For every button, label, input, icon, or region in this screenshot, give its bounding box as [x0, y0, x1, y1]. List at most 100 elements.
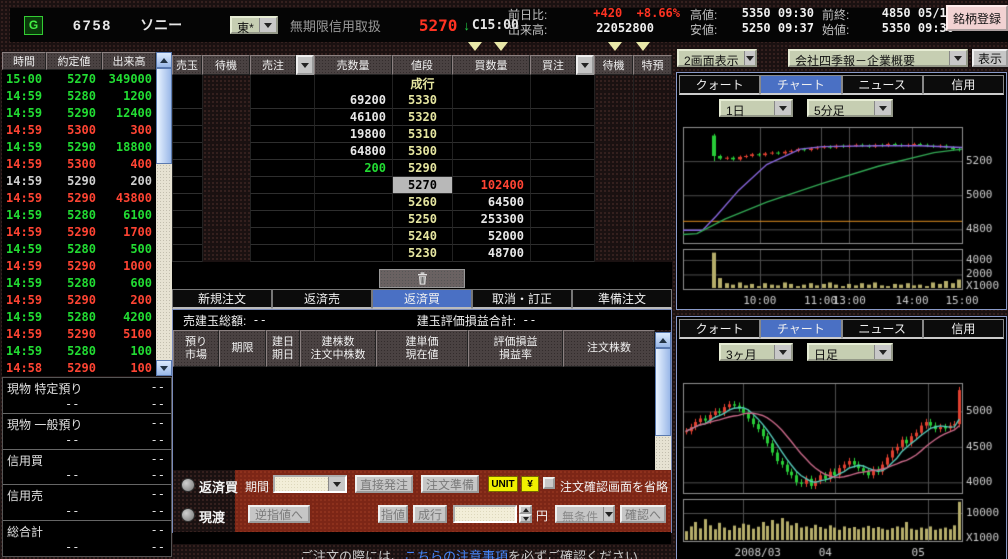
order-tab-3[interactable]: 取消・訂正	[472, 289, 572, 309]
price-input[interactable]	[453, 505, 517, 523]
balance-value: --	[151, 416, 165, 430]
positions-scrollbar[interactable]	[655, 332, 671, 488]
chevron-down-icon[interactable]	[949, 51, 966, 65]
condition-select-value: 無条件	[557, 507, 603, 521]
balance-value: --	[151, 540, 165, 554]
buy-qty-cell: 253300	[452, 211, 530, 228]
direct-order-button[interactable]: 直接発注	[355, 475, 413, 493]
tape-row: 14:5952804200	[2, 308, 172, 325]
chevron-down-icon[interactable]	[874, 345, 891, 359]
trash-row	[172, 268, 672, 289]
period-select[interactable]	[273, 475, 347, 493]
scroll-up-icon[interactable]	[156, 52, 172, 68]
chevron-down-icon[interactable]	[774, 345, 791, 359]
col-sell-qty: 売数量	[314, 55, 392, 75]
order-book-row[interactable]: 461005320	[172, 109, 672, 126]
order-book-row[interactable]: 成行	[172, 75, 672, 92]
price-cell: 5230	[392, 245, 452, 262]
order-tab-1[interactable]: 返済売	[272, 289, 372, 309]
scroll-thumb[interactable]	[655, 348, 671, 436]
genwatashi-radio[interactable]	[181, 508, 195, 522]
order-tab-2[interactable]: 返済買	[372, 289, 472, 309]
buy-qty-cell: 48700	[452, 245, 530, 262]
prevclose-label: 前終:	[814, 6, 858, 21]
interval-select[interactable]: 日足	[807, 343, 893, 361]
panel-tab-3[interactable]: 信用	[923, 319, 1004, 339]
order-book-row[interactable]: 523048700	[172, 245, 672, 262]
panel1-tabs: クォートチャートニュース信用	[679, 75, 1004, 95]
market-button[interactable]: 成行	[413, 505, 447, 523]
panel-tab-0[interactable]: クォート	[679, 75, 760, 95]
order-book-row[interactable]: 648005300	[172, 143, 672, 160]
panel-tab-2[interactable]: ニュース	[842, 75, 923, 95]
skip-confirm-checkbox[interactable]	[543, 477, 555, 489]
condition-select[interactable]: 無条件	[555, 505, 615, 523]
repay-buy-radio[interactable]	[181, 478, 195, 492]
stepper-down-icon[interactable]	[519, 514, 532, 523]
balance-value: --	[65, 433, 79, 447]
prepare-order-button[interactable]: 注文準備	[421, 475, 479, 493]
stop-order-button[interactable]: 逆指値へ	[248, 505, 310, 523]
order-book-row[interactable]: 5250253300	[172, 211, 672, 228]
order-tab-4[interactable]: 準備注文	[572, 289, 672, 309]
balance-value: --	[65, 468, 79, 482]
interval-value: 5分足	[809, 101, 874, 115]
range-value: 3ヶ月	[721, 345, 774, 359]
intraday-chart	[679, 123, 1004, 307]
confirm-button[interactable]: 確認へ	[620, 505, 666, 523]
pl-total-value: --	[522, 313, 536, 327]
stepper-up-icon[interactable]	[519, 505, 532, 514]
scroll-thumb[interactable]	[156, 68, 172, 164]
chevron-down-icon[interactable]	[328, 477, 345, 491]
panel-tab-3[interactable]: 信用	[923, 75, 1004, 95]
balance-label: 総合計	[7, 523, 43, 540]
range-select[interactable]: 3ヶ月	[719, 343, 793, 361]
sell-orders-dropdown-icon[interactable]	[296, 55, 314, 75]
prevclose-value: 4850 05/14	[858, 6, 954, 21]
company-info-select[interactable]: 会社四季報－企業概要	[788, 49, 968, 67]
market-select[interactable]: 東*	[230, 16, 278, 34]
interval-select[interactable]: 5分足	[807, 99, 893, 117]
chevron-down-icon[interactable]	[603, 507, 613, 521]
panel-tab-1[interactable]: チャート	[760, 319, 841, 339]
chevron-down-icon[interactable]	[744, 51, 755, 65]
sell-qty-cell	[314, 245, 392, 262]
panel-tab-2[interactable]: ニュース	[842, 319, 923, 339]
scroll-up-icon[interactable]	[655, 332, 671, 348]
trash-icon	[417, 272, 428, 285]
order-book-row[interactable]: 5270102400	[172, 177, 672, 194]
price-stepper[interactable]	[519, 505, 532, 523]
order-book-row[interactable]: 526064500	[172, 194, 672, 211]
order-book-row[interactable]: 198005310	[172, 126, 672, 143]
open-label: 始値:	[814, 21, 858, 36]
order-book-row[interactable]: 524052000	[172, 228, 672, 245]
register-symbol-button[interactable]: 銘柄登録	[946, 5, 1008, 31]
chevron-down-icon[interactable]	[774, 101, 791, 115]
price-cell: 5270	[392, 177, 452, 194]
buy-orders-dropdown-icon[interactable]	[576, 55, 594, 75]
chevron-down-icon[interactable]	[874, 101, 891, 115]
order-tab-0[interactable]: 新規注文	[172, 289, 272, 309]
sell-qty-cell	[314, 194, 392, 211]
limit-button[interactable]: 指値	[378, 505, 408, 523]
view-mode-select[interactable]: 2画面表示	[677, 49, 757, 67]
scroll-track[interactable]	[655, 436, 671, 472]
chevron-down-icon[interactable]	[259, 18, 276, 32]
panel-tab-1[interactable]: チャート	[760, 75, 841, 95]
notice-link[interactable]: こちらの注意事項	[404, 549, 508, 559]
down-arrow-icon: ↓	[463, 18, 470, 33]
trash-button[interactable]	[379, 269, 465, 288]
low-label: 安値:	[680, 21, 722, 36]
buy-qty-cell	[452, 143, 530, 160]
range-select[interactable]: 1日	[719, 99, 793, 117]
order-book-row[interactable]: 2005290	[172, 160, 672, 177]
scroll-down-icon[interactable]	[156, 360, 172, 376]
scroll-track[interactable]	[156, 164, 172, 360]
order-book-row[interactable]: 692005330	[172, 92, 672, 109]
buy-qty-cell	[452, 109, 530, 126]
panel-tab-0[interactable]: クォート	[679, 319, 760, 339]
balance-value: --	[65, 504, 79, 518]
show-button[interactable]: 表示	[972, 49, 1008, 67]
tape-scrollbar[interactable]	[156, 52, 172, 376]
buy-qty-cell: 52000	[452, 228, 530, 245]
